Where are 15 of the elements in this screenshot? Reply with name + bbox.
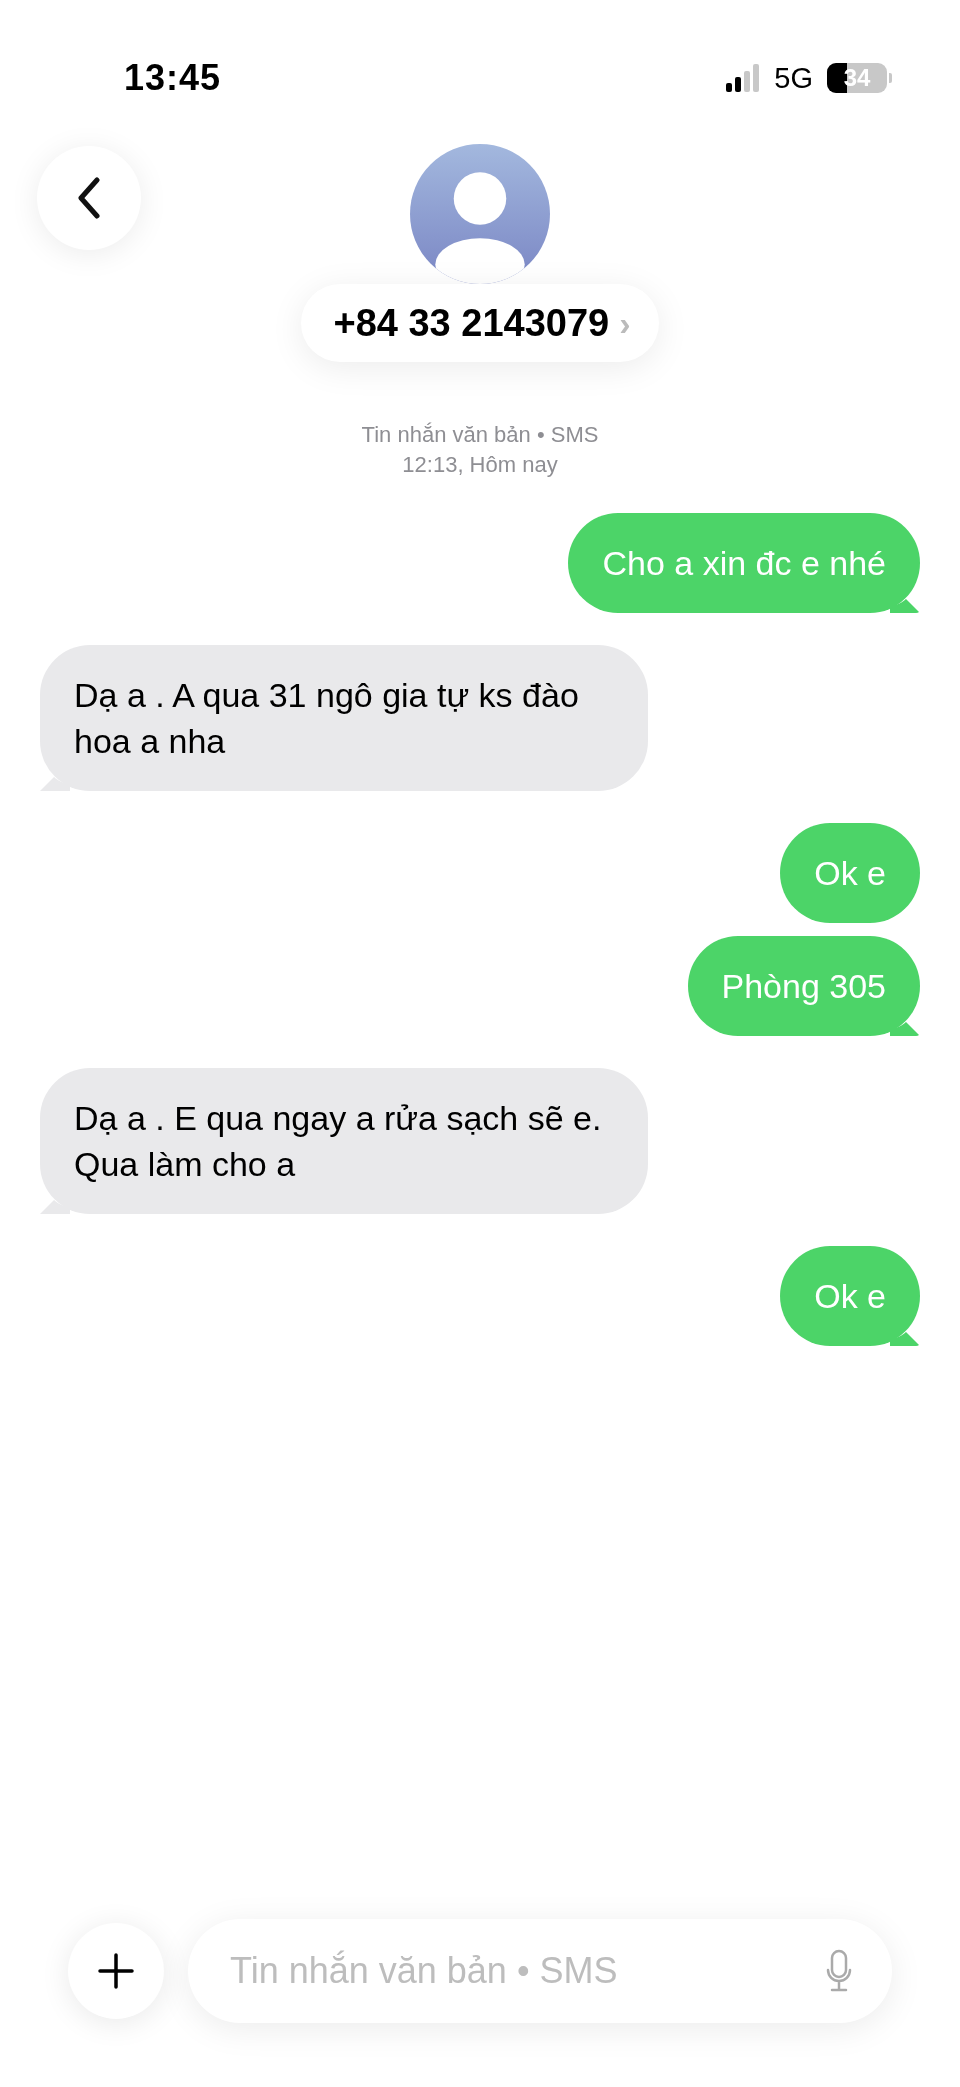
sent-message-bubble: Phòng 305 [687, 936, 920, 1036]
sent-message-bubble: Cho a xin đc e nhé [568, 513, 920, 613]
avatar-icon[interactable] [410, 144, 550, 284]
sent-message-bubble: Ok e [780, 1246, 920, 1346]
back-icon [77, 177, 101, 219]
received-message-bubble: Dạ a . E qua ngay a rửa sạch sẽ e. Qua làm cho a [40, 1068, 648, 1214]
clock-time: 13:45 [124, 57, 222, 99]
message-input-field[interactable]: Tin nhắn văn bản • SMS [228, 1949, 826, 1993]
signal-icon [726, 64, 761, 92]
message-timestamp: 12:13, Hôm nay [402, 451, 558, 479]
received-message-bubble: Dạ a . A qua 31 ngô gia tự ks đào hoa a nha [40, 645, 648, 791]
plus-icon [98, 1953, 134, 1989]
network-label: 5G [774, 61, 813, 95]
message-type-label: Tin nhắn văn bản • SMS [361, 421, 599, 449]
sent-message-bubble: Ok e [780, 823, 920, 923]
